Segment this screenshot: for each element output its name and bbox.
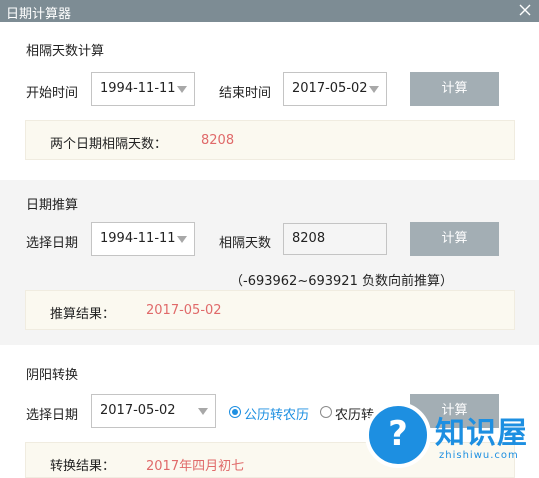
conversion-result-label: 转换结果：	[50, 459, 116, 474]
days-result-box: 两个日期相隔天数： 8208	[25, 120, 515, 160]
conversion-date-value: 2017-05-02	[100, 403, 176, 418]
calculate-projection-button[interactable]: 计算	[410, 222, 499, 256]
date-projection-section: 日期推算 选择日期 1994-11-11 相隔天数 8208 计算 （-6939…	[0, 180, 539, 345]
chevron-down-icon	[369, 86, 379, 93]
watermark-domain: zhishiwu.com	[439, 450, 519, 461]
conversion-date-select[interactable]: 2017-05-02	[91, 394, 216, 428]
chevron-down-icon	[177, 86, 187, 93]
end-date-label: 结束时间	[219, 86, 272, 101]
section-title: 阴阳转换	[26, 368, 79, 383]
projection-date-value: 1994-11-11	[100, 231, 176, 246]
projection-result-value: 2017-05-02	[146, 303, 222, 318]
projection-result-label: 推算结果：	[50, 307, 116, 322]
projection-date-select[interactable]: 1994-11-11	[91, 222, 195, 256]
days-result-value: 8208	[201, 133, 235, 148]
lunar-to-solar-radio[interactable]	[320, 406, 332, 418]
section-title: 日期推算	[26, 198, 79, 213]
select-date-label: 选择日期	[26, 408, 79, 423]
help-badge-icon: ?	[365, 402, 431, 468]
select-date-label: 选择日期	[26, 236, 79, 251]
projection-result-box: 推算结果： 2017-05-02	[25, 290, 515, 330]
end-date-select[interactable]: 2017-05-02	[283, 72, 387, 106]
watermark-brand: 知识屋	[435, 416, 528, 451]
end-date-value: 2017-05-02	[292, 81, 368, 96]
days-offset-input[interactable]: 8208	[283, 223, 387, 255]
watermark-logo: ? 知识屋 zhishiwu.com	[365, 398, 539, 478]
range-hint: （-693962~693921 负数向前推算）	[230, 274, 453, 289]
conversion-result-value: 2017年四月初七	[146, 459, 245, 474]
start-date-select[interactable]: 1994-11-11	[91, 72, 195, 106]
days-offset-label: 相隔天数	[219, 236, 272, 251]
calculate-days-button[interactable]: 计算	[410, 72, 499, 106]
start-date-label: 开始时间	[26, 86, 79, 101]
solar-to-lunar-radio[interactable]	[229, 406, 241, 418]
section-title: 相隔天数计算	[26, 44, 105, 59]
chevron-down-icon	[198, 408, 208, 415]
chevron-down-icon	[177, 236, 187, 243]
start-date-value: 1994-11-11	[100, 81, 176, 96]
solar-to-lunar-label[interactable]: 公历转农历	[244, 404, 309, 423]
close-icon[interactable]	[517, 1, 533, 19]
title-bar: 日期计算器	[0, 0, 539, 22]
days-offset-value: 8208	[292, 231, 326, 246]
window-title: 日期计算器	[6, 7, 72, 22]
days-between-section: 相隔天数计算 开始时间 1994-11-11 结束时间 2017-05-02 计…	[0, 22, 539, 180]
days-result-label: 两个日期相隔天数：	[50, 137, 168, 152]
